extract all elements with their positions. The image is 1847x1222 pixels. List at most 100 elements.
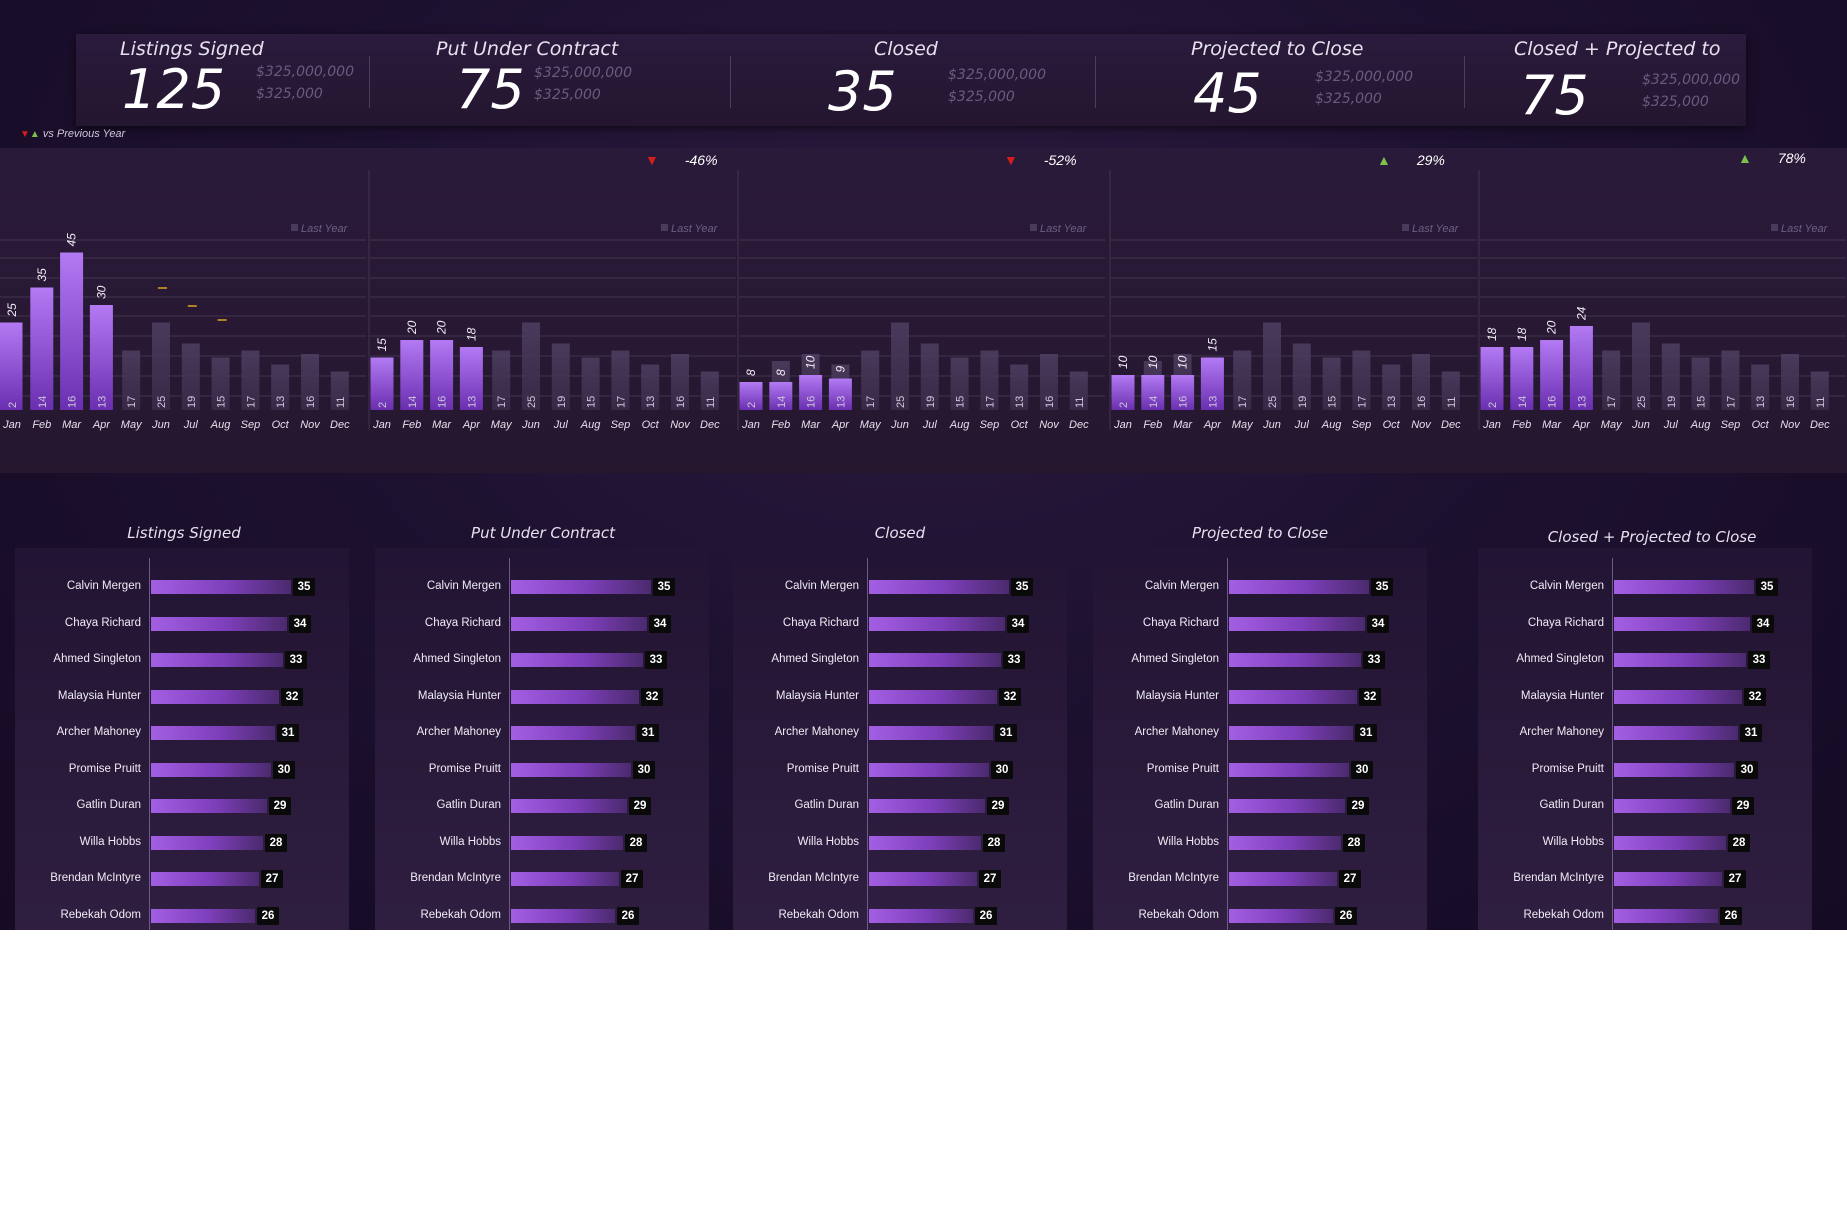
bar-current	[30, 287, 54, 410]
agent-row: Ahmed Singleton 33	[375, 651, 709, 671]
agent-bar	[151, 616, 287, 631]
agent-row: Ahmed Singleton 33	[15, 651, 349, 671]
bar-label-last-year: 16	[1785, 396, 1797, 408]
month-tick-label: May	[1232, 419, 1254, 431]
agent-name: Chaya Richard	[1142, 616, 1219, 629]
agent-row: Rebekah Odom 26	[1093, 906, 1427, 927]
agent-row: Willa Hobbs 28	[375, 833, 709, 854]
month-tick-label: Apr	[831, 419, 850, 431]
agent-bar	[1229, 616, 1365, 631]
agent-row: Brendan McIntyre 27	[1093, 870, 1427, 890]
bar-label-last-year: 19	[556, 396, 568, 408]
bar-label-last-year: 17	[496, 396, 508, 408]
agent-name: Malaysia Hunter	[57, 689, 141, 702]
agent-name: Brendan McIntyre	[1128, 872, 1219, 884]
agent-value-badge: 28	[625, 833, 647, 852]
agent-value-badge: 28	[1728, 833, 1750, 852]
agent-value-badge: 34	[1367, 614, 1389, 633]
bar-current	[89, 305, 113, 410]
agent-value-badge: 29	[987, 797, 1009, 815]
month-tick-label: Mar	[432, 419, 452, 431]
agent-row: Willa Hobbs 28	[15, 833, 349, 854]
bar-label-last-year: 17	[1237, 396, 1249, 408]
month-tick-label: Aug	[580, 419, 601, 431]
agent-name: Promise Pruitt	[428, 762, 501, 775]
bar-label-last-year: 19	[925, 396, 937, 408]
bar-label-last-year: 13	[275, 396, 287, 408]
agent-bar	[511, 580, 651, 594]
month-tick-label: Apr	[462, 419, 481, 431]
month-tick-label: Nov	[300, 419, 321, 431]
agent-row: Archer Mahoney 31	[375, 724, 709, 744]
agent-row: Chaya Richard 34	[1093, 614, 1427, 635]
month-tick-label: Jul	[922, 419, 938, 431]
agent-name: Brendan McIntyre	[410, 872, 501, 884]
agent-bar	[869, 762, 989, 777]
agent-bar	[869, 799, 985, 813]
month-tick-label: Jul	[1294, 419, 1310, 431]
agent-row: Willa Hobbs 28	[1478, 833, 1812, 854]
agent-value-badge: 29	[269, 797, 291, 815]
agent-value-badge: 33	[645, 651, 667, 669]
agent-bar	[1614, 616, 1750, 631]
bar-label-last-year: 16	[1178, 396, 1190, 408]
agent-name: Calvin Mergen	[784, 580, 859, 592]
bar-label-last-year: 11	[705, 397, 717, 408]
agent-value-badge: 28	[983, 833, 1005, 852]
agent-row: Malaysia Hunter 32	[375, 687, 709, 708]
bar-label-last-year: 15	[1696, 396, 1708, 408]
bar-label-current: 20	[1545, 320, 1559, 335]
legend-label-last-year: Last Year	[1781, 223, 1829, 235]
bar-label-last-year: 16	[305, 396, 317, 408]
agent-bar	[511, 799, 627, 813]
bar-label-current: 20	[435, 320, 449, 335]
legend-label-last-year: Last Year	[671, 223, 719, 235]
bar-label-last-year: 2	[377, 402, 389, 408]
agent-row: Archer Mahoney 31	[15, 724, 349, 744]
agent-row: Rebekah Odom 26	[733, 906, 1067, 927]
agent-row: Willa Hobbs 28	[733, 833, 1067, 854]
rank-title-closed: Closed	[874, 524, 926, 542]
agent-bar	[1229, 726, 1353, 740]
agent-row: Malaysia Hunter 32	[1093, 687, 1427, 708]
agent-name: Gatlin Duran	[1154, 799, 1219, 811]
bar-label-last-year: 15	[1327, 396, 1339, 408]
agent-row: Chaya Richard 34	[375, 614, 709, 635]
agent-bar	[511, 616, 647, 631]
agent-value-badge: 31	[995, 724, 1017, 742]
bar-label-last-year: 14	[1148, 396, 1160, 408]
agent-name: Rebekah Odom	[1138, 908, 1219, 921]
bar-label-last-year: 16	[437, 396, 449, 408]
agent-bar	[869, 872, 977, 886]
agent-name: Archer Mahoney	[56, 726, 141, 738]
agent-row: Ahmed Singleton 33	[733, 651, 1067, 671]
agent-row: Gatlin Duran 29	[15, 797, 349, 817]
legend-label-last-year: Last Year	[1412, 223, 1460, 235]
month-tick-label: Oct	[1383, 419, 1401, 431]
bar-label-current: 9	[833, 366, 847, 373]
agent-name: Calvin Mergen	[426, 580, 501, 592]
month-tick-label: Jun	[1262, 419, 1281, 431]
agent-bar	[511, 835, 623, 850]
agent-value-badge: 26	[257, 906, 279, 925]
bar-label-last-year: 17	[865, 396, 877, 408]
month-tick-label: Aug	[949, 419, 970, 431]
agent-row: Promise Pruitt 30	[733, 760, 1067, 781]
agent-bar	[869, 835, 981, 850]
agent-bar	[151, 653, 283, 667]
bar-label-last-year: 16	[1044, 396, 1056, 408]
bar-label-last-year: 19	[186, 396, 198, 408]
month-tick-label: Jun	[890, 419, 909, 431]
rank-panel: Calvin Mergen 35 Chaya Richard 34 Ahmed Sing…	[375, 548, 709, 930]
agent-row: Promise Pruitt 30	[1093, 760, 1427, 781]
bar-label-current: 15	[375, 338, 389, 352]
month-tick-label: Oct	[1752, 419, 1770, 431]
bar-label-last-year: 17	[984, 396, 996, 408]
month-tick-label: Jul	[553, 419, 569, 431]
legend-label-last-year: Last Year	[1040, 223, 1088, 235]
agent-value-badge: 33	[1363, 651, 1385, 669]
month-tick-label: Dec	[700, 419, 720, 431]
agent-row: Archer Mahoney 31	[733, 724, 1067, 744]
agent-bar	[511, 653, 643, 667]
agent-row: Malaysia Hunter 32	[1478, 687, 1812, 708]
